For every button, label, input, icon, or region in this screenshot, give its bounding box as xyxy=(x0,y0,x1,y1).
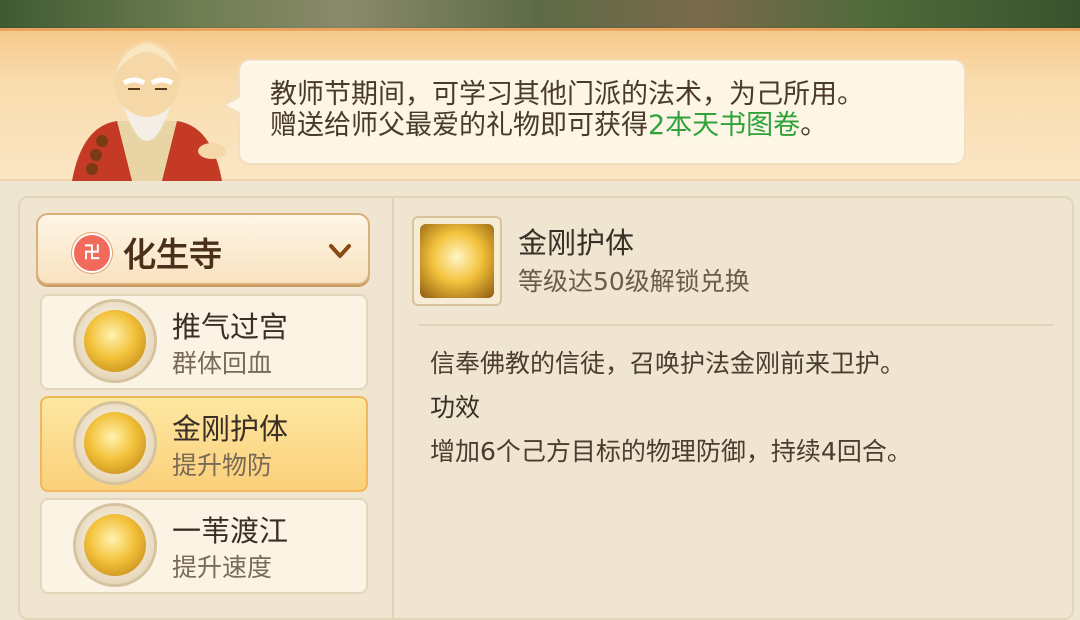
event-banner: 教师节期间，可学习其他门派的法术，为己所用。 赠送给师父最爱的礼物即可获得2本天… xyxy=(0,28,1080,181)
detail-skill-name: 金刚护体 xyxy=(518,226,635,260)
chevron-down-icon xyxy=(329,244,351,258)
unlock-requirement: 等级达50级解锁兑换 xyxy=(518,267,750,296)
detail-skill-icon xyxy=(412,216,502,306)
event-line-2: 赠送给师父最爱的礼物即可获得2本天书图卷。 xyxy=(270,110,944,141)
skill-effect: 群体回血 xyxy=(172,349,273,378)
event-line-1: 教师节期间，可学习其他门派的法术，为己所用。 xyxy=(270,79,864,110)
elder-master-portrait xyxy=(72,41,226,181)
event-description: 教师节期间，可学习其他门派的法术，为己所用。 赠送给师父最爱的礼物即可获得2本天… xyxy=(270,79,944,141)
skill-name: 一苇渡江 xyxy=(172,514,289,548)
skill-item-yiwei[interactable]: 一苇渡江 提升速度 xyxy=(40,498,368,594)
reward-highlight: 2本天书图卷 xyxy=(648,110,801,141)
skill-name: 金刚护体 xyxy=(172,412,289,446)
skill-panel: 卍 化生寺 推气过宫 群体回血 金刚护体 提升物防 一苇渡江 提升速度 金刚护体… xyxy=(18,196,1074,620)
skill-description: 信奉佛教的信徒，召唤护法金刚前来卫护。 xyxy=(430,349,906,378)
huasheng-temple-emblem-icon: 卍 xyxy=(72,233,112,273)
school-dropdown[interactable]: 卍 化生寺 xyxy=(36,213,370,285)
skill-sidebar: 卍 化生寺 推气过宫 群体回血 金刚护体 提升物防 一苇渡江 提升速度 xyxy=(20,198,394,618)
event-line-2-suffix: 。 xyxy=(800,110,828,141)
skill-effect: 提升速度 xyxy=(172,553,273,582)
effect-heading: 功效 xyxy=(430,393,481,422)
vajra-guard-skill-icon xyxy=(76,404,154,482)
speech-bubble: 教师节期间，可学习其他门派的法术，为己所用。 赠送给师父最爱的礼物即可获得2本天… xyxy=(222,59,966,165)
skill-item-jingang[interactable]: 金刚护体 提升物防 xyxy=(40,396,368,492)
event-line-2-prefix: 赠送给师父最爱的礼物即可获得 xyxy=(270,110,648,141)
divider xyxy=(418,324,1054,326)
skill-item-tuiqi[interactable]: 推气过宫 群体回血 xyxy=(40,294,368,390)
skill-name: 推气过宫 xyxy=(172,310,289,344)
effect-text: 增加6个己方目标的物理防御，持续4回合。 xyxy=(430,437,912,466)
twin-monk-skill-icon xyxy=(76,302,154,380)
school-dropdown-label: 化生寺 xyxy=(123,235,222,274)
reed-cross-skill-icon xyxy=(76,506,154,584)
skill-effect: 提升物防 xyxy=(172,451,273,480)
